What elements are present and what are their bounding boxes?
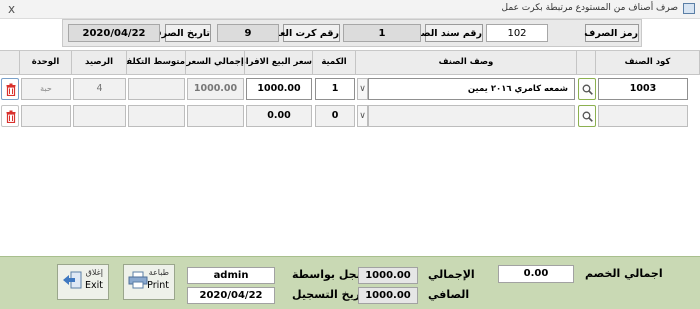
description-cell[interactable]: شمعه كامري ٢٠١٦ يمين: [368, 78, 575, 100]
average-cost-cell: [128, 78, 185, 100]
voucher-number-field[interactable]: 1: [343, 24, 421, 42]
print-label-ar: طباعة: [148, 268, 169, 277]
item-code-cell[interactable]: 1003: [598, 78, 688, 100]
delete-row-button[interactable]: [1, 105, 19, 127]
disbursement-code-field[interactable]: 102: [486, 24, 548, 42]
footer-panel: إغلاق Exit طباعة Print admin سجل بواسطة …: [0, 256, 700, 309]
dropdown-arrow-icon[interactable]: ∨: [357, 105, 368, 127]
date-label: تاريخ الصرف: [151, 24, 211, 42]
record-date-field: 2020/04/22: [187, 287, 275, 304]
discount-total-label: اجمالي الخصم: [585, 267, 663, 280]
search-button[interactable]: [578, 78, 596, 100]
search-icon: [582, 111, 593, 122]
exit-button[interactable]: إغلاق Exit: [57, 264, 109, 300]
printer-icon: [128, 271, 148, 289]
search-icon: [582, 84, 593, 95]
column-average-cost: متوسط التكلفة: [127, 51, 186, 75]
close-icon[interactable]: x: [8, 2, 15, 16]
dropdown-arrow-icon[interactable]: ∨: [357, 78, 368, 100]
total-price-cell: 1000.00: [187, 78, 244, 100]
window-icon: [683, 3, 695, 14]
total-price-cell: [187, 105, 244, 127]
disbursement-code-label: رمز الصرف: [584, 24, 639, 42]
column-quantity: الكمية: [313, 51, 356, 75]
total-field: 1000.00: [358, 267, 418, 284]
delete-row-button[interactable]: [1, 78, 19, 100]
print-button[interactable]: طباعة Print: [123, 264, 175, 300]
unit-cell: [21, 105, 71, 127]
recorded-by-field: admin: [187, 267, 275, 284]
unit-price-cell[interactable]: 1000.00: [246, 78, 312, 100]
quantity-cell[interactable]: 1: [315, 78, 355, 100]
exit-label-en: Exit: [85, 280, 103, 291]
print-label-en: Print: [147, 280, 169, 291]
window-title: صرف أصناف من المستودع مرتبطة بكرت عمل: [501, 3, 678, 13]
unit-cell: حبة: [21, 78, 71, 100]
balance-cell: 4: [73, 78, 126, 100]
record-date-label: تاريخ التسجيل: [292, 288, 369, 301]
title-bar: x صرف أصناف من المستودع مرتبطة بكرت عمل: [0, 0, 700, 19]
net-field: 1000.00: [358, 287, 418, 304]
job-card-field[interactable]: 9: [217, 24, 279, 42]
column-item-code: كود الصنف: [596, 51, 700, 75]
column-total-price: إجمالي السعر: [186, 51, 245, 75]
net-label: الصافي: [428, 288, 470, 301]
exit-icon: [63, 271, 82, 289]
items-grid: كود الصنف وصف الصنف الكمية سعر البيع الا…: [0, 50, 700, 257]
date-field[interactable]: 2020/04/22: [68, 24, 160, 42]
exit-label-ar: إغلاق: [85, 268, 103, 277]
average-cost-cell: [128, 105, 185, 127]
column-balance: الرصيد: [72, 51, 127, 75]
trash-icon: [6, 110, 16, 123]
column-unit: الوحدة: [20, 51, 72, 75]
balance-cell: [73, 105, 126, 127]
search-button[interactable]: [578, 105, 596, 127]
recorded-by-label: سجل بواسطة: [292, 268, 368, 281]
total-label: الإجمالي: [428, 268, 475, 281]
quantity-cell[interactable]: 0: [315, 105, 355, 127]
trash-icon: [6, 83, 16, 96]
column-delete: [0, 51, 20, 75]
column-search: [577, 51, 596, 75]
description-cell[interactable]: [368, 105, 575, 127]
job-card-label: رقم كرت العمل: [265, 24, 340, 42]
unit-price-cell[interactable]: 0.00: [246, 105, 312, 127]
column-description: وصف الصنف: [356, 51, 577, 75]
voucher-number-label: رقم سند الصرف: [404, 24, 483, 42]
item-code-cell[interactable]: [598, 105, 688, 127]
discount-total-field[interactable]: 0.00: [498, 265, 574, 283]
column-unit-price: سعر البيع الافرادي: [245, 51, 313, 75]
